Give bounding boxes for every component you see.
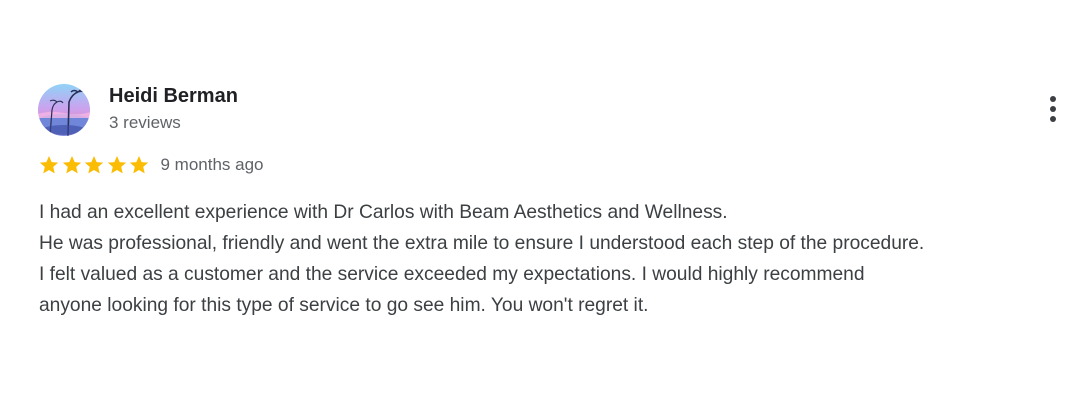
star-icon — [107, 156, 126, 174]
profile-photo-icon[interactable] — [38, 84, 90, 136]
review-text: I had an excellent experience with Dr Ca… — [39, 197, 1077, 321]
star-icon — [62, 156, 81, 174]
review-text-line: He was professional, friendly and went t… — [39, 233, 925, 254]
review-text-line: anyone looking for this type of service … — [39, 295, 649, 316]
star-icon — [129, 156, 149, 174]
more-vert-icon — [1050, 96, 1056, 122]
star-rating — [38, 154, 151, 176]
star-icon — [84, 156, 104, 174]
review-date: 9 months ago — [160, 155, 264, 174]
rating-row: 9 months ago — [38, 152, 264, 178]
star-icon — [39, 156, 59, 174]
more-options-button[interactable] — [1038, 92, 1068, 126]
review-card: Heidi Berman 3 reviews 9 months ago I ha… — [0, 0, 1080, 400]
review-text-line: I had an excellent experience with Dr Ca… — [39, 202, 728, 223]
review-text-line: I felt valued as a customer and the serv… — [39, 264, 865, 285]
review-count[interactable]: 3 reviews — [109, 113, 181, 133]
author-name[interactable]: Heidi Berman — [109, 85, 238, 108]
